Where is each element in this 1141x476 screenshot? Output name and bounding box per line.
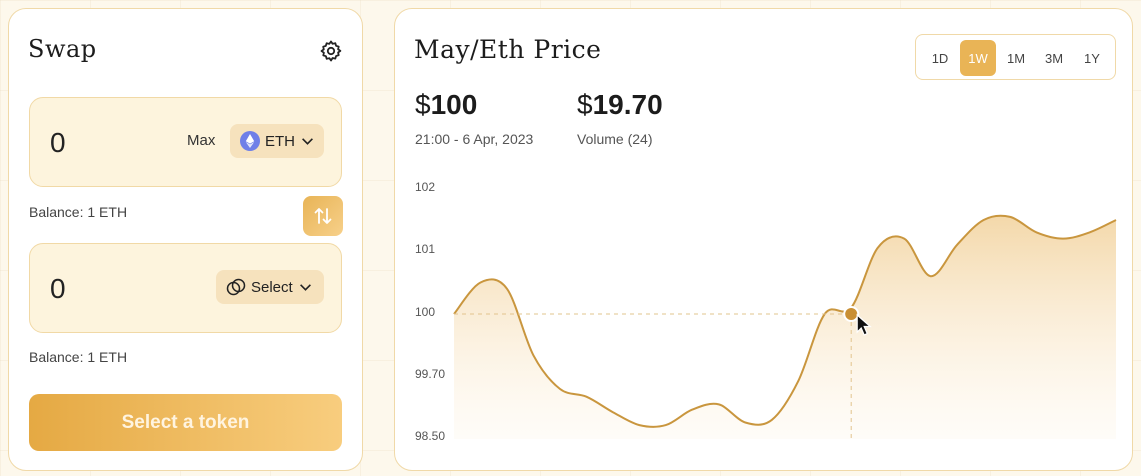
volume-value: $19.70 xyxy=(577,89,663,121)
from-balance: Balance: 1 ETH xyxy=(29,204,128,220)
range-3m-button[interactable]: 3M xyxy=(1036,40,1072,76)
mouse-cursor-icon xyxy=(856,313,872,336)
from-token-box: Max ETH xyxy=(29,97,342,187)
chart-title: May/Eth Price xyxy=(414,35,602,64)
current-price: $100 xyxy=(415,89,477,121)
select-token-button[interactable]: Select a token xyxy=(29,394,342,451)
to-balance: Balance: 1 ETH xyxy=(29,349,128,365)
to-amount-input[interactable] xyxy=(50,272,150,306)
price-area-fill xyxy=(454,215,1116,439)
y-tick-label: 100 xyxy=(415,305,436,319)
y-tick-label: 99.70 xyxy=(415,367,446,381)
to-token-box: Select xyxy=(29,243,342,333)
max-button[interactable]: Max xyxy=(187,132,215,149)
eth-token-label: ETH xyxy=(265,132,295,150)
price-line xyxy=(453,214,1117,428)
price-chart-panel: May/Eth Price 1D 1W 1M 3M 1Y $100 21:00 … xyxy=(394,8,1133,471)
ethereum-icon xyxy=(240,131,260,151)
chevron-down-icon xyxy=(299,283,311,291)
volume-currency: $ xyxy=(577,89,593,120)
range-1y-button[interactable]: 1Y xyxy=(1074,40,1110,76)
range-1w-button[interactable]: 1W xyxy=(960,40,996,76)
y-tick-label: 102 xyxy=(415,180,436,194)
volume-amount: 19.70 xyxy=(592,89,663,120)
from-amount-input[interactable] xyxy=(50,126,150,160)
swap-title: Swap xyxy=(28,35,97,63)
y-tick-label: 101 xyxy=(415,242,436,256)
coins-icon xyxy=(226,278,246,296)
gear-icon[interactable] xyxy=(319,39,343,63)
swap-panel: Swap Max ETH Balance: 1 ETH xyxy=(8,8,363,471)
eth-token-selector[interactable]: ETH xyxy=(230,124,324,158)
chevron-down-icon xyxy=(302,137,313,145)
price-timestamp: 21:00 - 6 Apr, 2023 xyxy=(415,131,534,147)
price-currency: $ xyxy=(415,89,431,120)
highlight-point[interactable] xyxy=(843,306,860,322)
range-1m-button[interactable]: 1M xyxy=(998,40,1034,76)
y-tick-label: 98.50 xyxy=(415,429,446,443)
volume-caption: Volume (24) xyxy=(577,131,653,147)
range-1d-button[interactable]: 1D xyxy=(922,40,958,76)
token-select-dropdown[interactable]: Select xyxy=(216,270,324,304)
select-token-label: Select xyxy=(251,278,293,296)
swap-arrows-icon xyxy=(314,208,332,224)
time-range-selector: 1D 1W 1M 3M 1Y xyxy=(915,34,1116,80)
swap-direction-button[interactable] xyxy=(303,196,343,236)
price-value: 100 xyxy=(430,89,478,120)
